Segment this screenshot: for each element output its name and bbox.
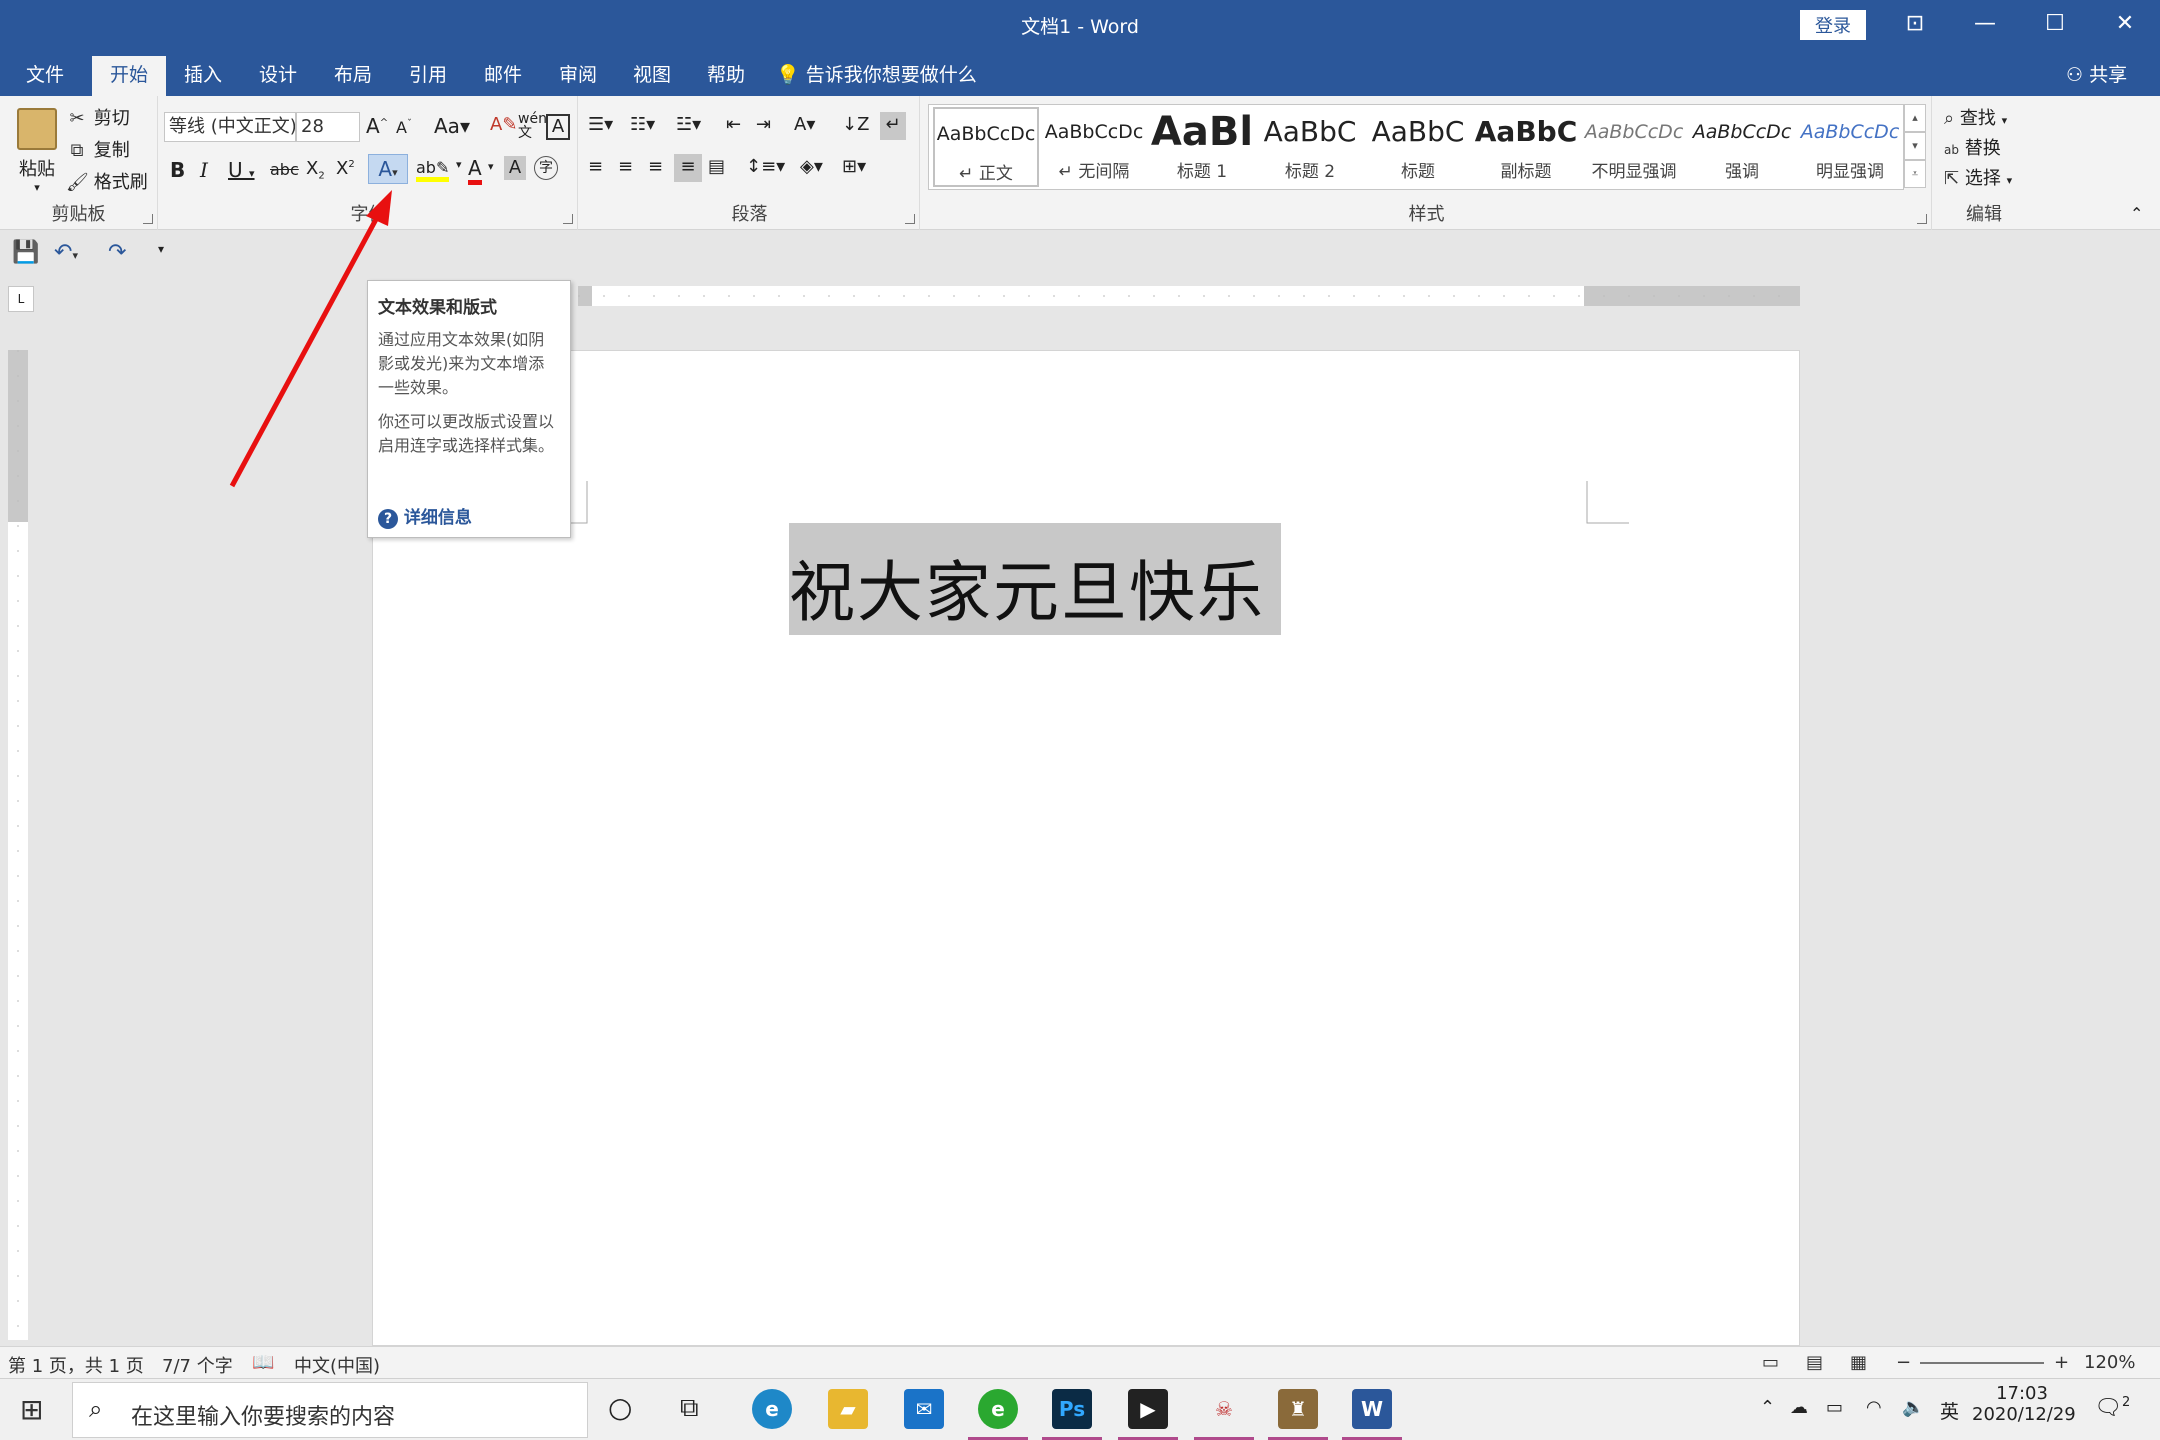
word-count[interactable]: 7/7 个字 (162, 1352, 233, 1378)
zoom-slider[interactable] (1920, 1362, 2044, 1364)
print-layout-icon[interactable]: ▤ (1806, 1352, 1823, 1373)
language[interactable]: 中文(中国) (294, 1352, 380, 1378)
zoom-level[interactable]: 120% (2084, 1352, 2135, 1373)
file-explorer-icon[interactable]: ▰ (828, 1389, 868, 1429)
zoom-in-icon[interactable]: + (2054, 1352, 2069, 1373)
web-layout-icon[interactable]: ▦ (1850, 1352, 1867, 1373)
clock-date: 2020/12/29 (1972, 1404, 2076, 1425)
browser-icon[interactable]: e (978, 1389, 1018, 1429)
battery-icon[interactable]: ▭ (1826, 1397, 1843, 1418)
windows-start-icon[interactable]: ⊞ (20, 1393, 43, 1426)
annotation-arrow (229, 190, 392, 488)
photoshop-icon[interactable]: Ps (1052, 1389, 1092, 1429)
page-count[interactable]: 第 1 页，共 1 页 (8, 1352, 144, 1378)
task-view-icon[interactable]: ⧉ (680, 1393, 699, 1424)
tray-expand-icon[interactable]: ⌃ (1760, 1397, 1775, 1418)
proofing-icon[interactable]: 📖 (252, 1352, 274, 1373)
cortana-icon[interactable]: ○ (608, 1391, 632, 1424)
wifi-icon[interactable]: ◠ (1866, 1397, 1882, 1418)
clock[interactable]: 17:03 2020/12/29 (1972, 1383, 2076, 1425)
clock-time: 17:03 (1996, 1383, 2048, 1404)
onedrive-icon[interactable]: ☁ (1790, 1397, 1808, 1418)
game-icon[interactable]: ☠ (1204, 1389, 1244, 1429)
read-mode-icon[interactable]: ▭ (1762, 1352, 1779, 1373)
mail-icon[interactable]: ✉ (904, 1389, 944, 1429)
word-icon[interactable]: W (1352, 1389, 1392, 1429)
volume-icon[interactable]: 🔈 (1902, 1397, 1924, 1418)
notification-icon[interactable]: 🗨2 (2094, 1395, 2130, 1420)
search-placeholder: 在这里输入你要搜索的内容 (131, 1405, 396, 1430)
zoom-out-icon[interactable]: − (1896, 1352, 1911, 1373)
search-icon: ⌕ (89, 1395, 103, 1423)
taskbar: ⊞ ⌕ 在这里输入你要搜索的内容 ○ ⧉ e ▰ ✉ e Ps ▶ ☠ ♜ W … (0, 1378, 2160, 1440)
video-player-icon[interactable]: ▶ (1128, 1389, 1168, 1429)
status-bar: 第 1 页，共 1 页 7/7 个字 📖 中文(中国) ▭ ▤ ▦ − + 12… (0, 1346, 2160, 1378)
app-icon[interactable]: ♜ (1278, 1389, 1318, 1429)
taskbar-search[interactable]: ⌕ 在这里输入你要搜索的内容 (72, 1382, 588, 1438)
notification-count: 2 (2121, 1395, 2131, 1410)
edge-icon[interactable]: e (752, 1389, 792, 1429)
ime-indicator[interactable]: 英 (1940, 1397, 1959, 1424)
